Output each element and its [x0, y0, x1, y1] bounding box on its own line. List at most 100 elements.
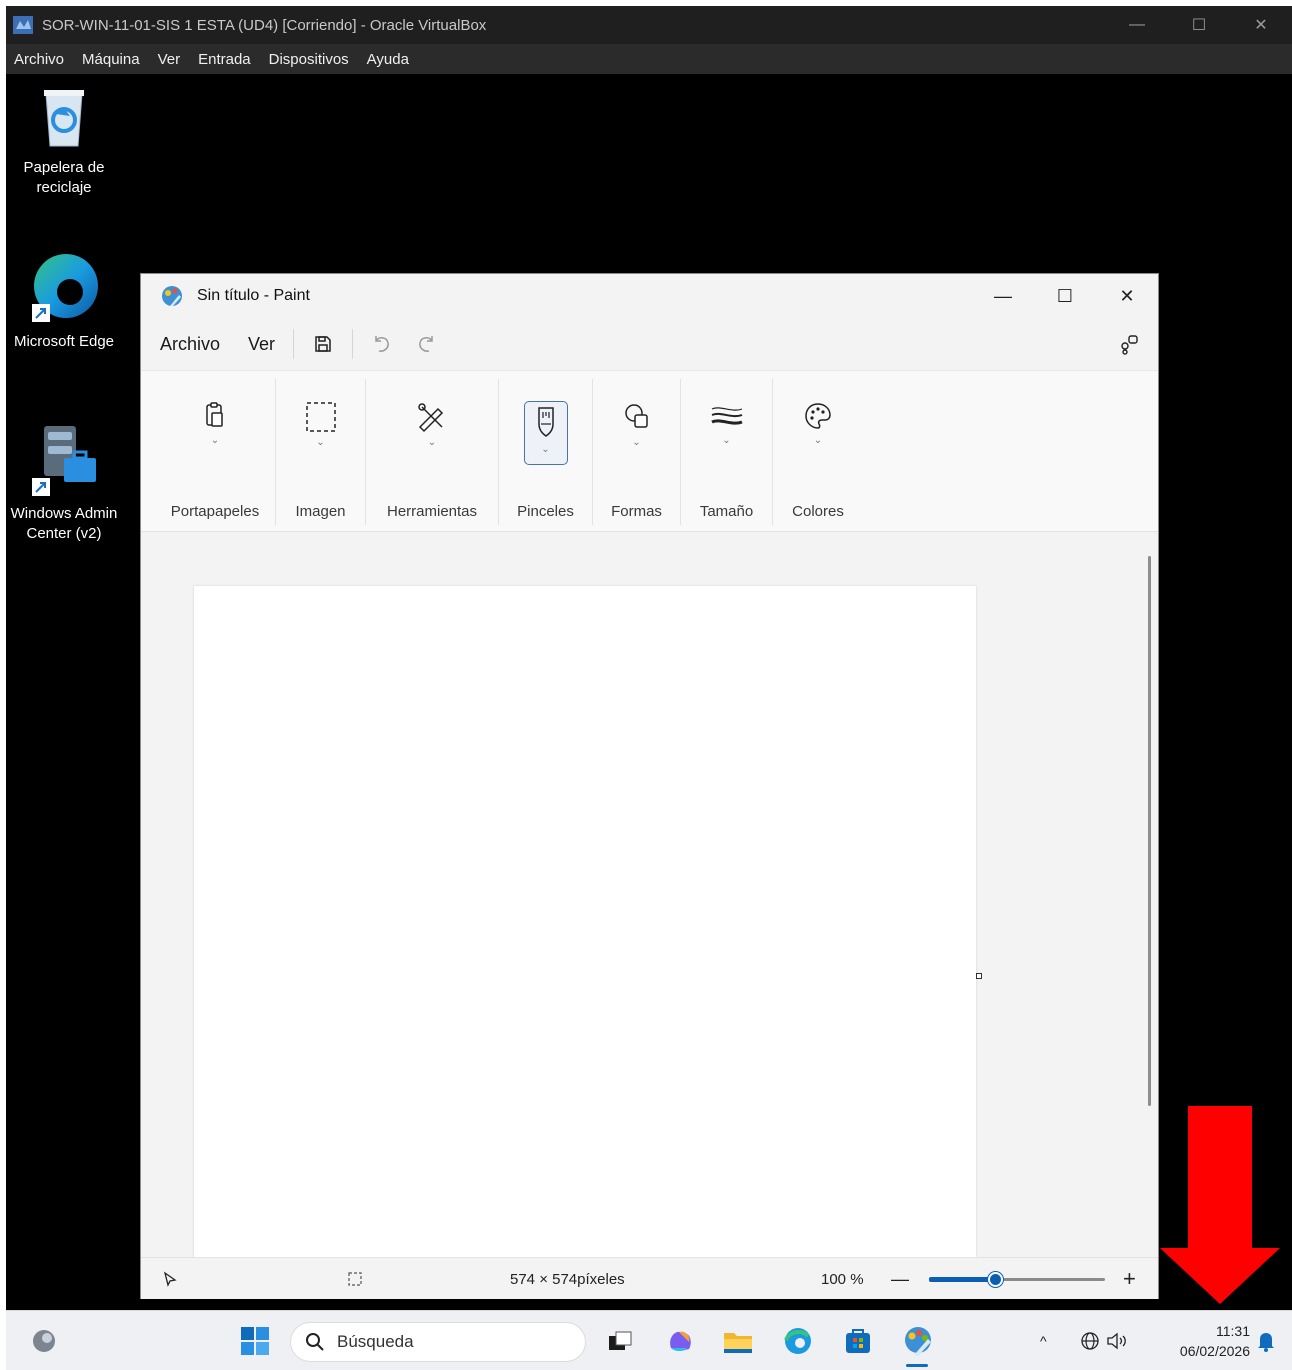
canvas-dimensions: 574 × 574píxeles: [510, 1270, 625, 1288]
active-app-indicator: [906, 1364, 928, 1367]
guest-desktop: Papelera de reciclaje Microsoft Edge Win…: [6, 74, 1292, 1310]
vbox-menu-bar: Archivo Máquina Ver Entrada Dispositivos…: [6, 44, 1292, 74]
zoom-out-button[interactable]: —: [891, 1258, 909, 1300]
ribbon-group-colors[interactable]: ⌄ Colores: [773, 379, 863, 525]
vbox-menu-ver[interactable]: Ver: [158, 51, 181, 68]
desktop-icon-admin-center[interactable]: Windows Admin Center (v2): [6, 424, 124, 544]
cursor-position-icon: [163, 1258, 177, 1300]
canvas-resize-handle[interactable]: [976, 973, 982, 979]
recycle-bin-icon: [44, 90, 84, 147]
ribbon-group-shapes[interactable]: ⌄ Formas: [593, 379, 681, 525]
ribbon-group-image[interactable]: ⌄ Imagen: [276, 379, 366, 525]
volume-icon[interactable]: [1106, 1311, 1128, 1370]
desktop-icon-recycle-bin[interactable]: Papelera de reciclaje: [6, 84, 124, 198]
windows-admin-center-icon: [32, 426, 96, 496]
vbox-minimize-button[interactable]: —: [1106, 6, 1168, 44]
drawing-canvas[interactable]: [194, 586, 976, 1257]
vbox-close-button[interactable]: ✕: [1230, 6, 1292, 44]
zoom-slider-thumb[interactable]: [988, 1272, 1003, 1287]
zoom-level[interactable]: 100 %: [821, 1258, 864, 1300]
palette-icon: [805, 403, 831, 429]
ribbon-label-tools: Herramientas: [386, 503, 478, 520]
shapes-button[interactable]: ⌄: [615, 401, 659, 465]
ribbon-group-tools[interactable]: ⌄ Herramientas: [366, 379, 499, 525]
image-select-button[interactable]: ⌄: [299, 401, 343, 465]
menu-separator: [293, 329, 295, 359]
tools-icon: [418, 403, 444, 433]
ribbon-label-shapes: Formas: [611, 503, 662, 520]
ribbon-group-brushes[interactable]: ⌄ Pinceles: [499, 379, 593, 525]
edge-taskbar-icon[interactable]: [778, 1321, 818, 1361]
vbox-menu-archivo[interactable]: Archivo: [14, 51, 64, 68]
paint-taskbar-icon[interactable]: [898, 1321, 938, 1361]
widgets-icon[interactable]: [24, 1321, 64, 1361]
tools-button[interactable]: ⌄: [410, 401, 454, 465]
vbox-menu-ayuda[interactable]: Ayuda: [367, 51, 409, 68]
save-icon[interactable]: [306, 327, 340, 361]
chevron-down-icon: ⌄: [813, 435, 823, 446]
size-button[interactable]: ⌄: [705, 401, 749, 465]
brush-icon: [537, 407, 554, 437]
copilot-icon[interactable]: [660, 1321, 700, 1361]
edge-label: Microsoft Edge: [13, 333, 115, 350]
red-arrow-annotation: [1160, 1106, 1280, 1304]
clock-date: 06/02/2026: [1179, 1343, 1250, 1359]
ribbon-label-size: Tamaño: [699, 503, 754, 520]
colors-button[interactable]: ⌄: [796, 401, 840, 465]
vbox-menu-dispositivos[interactable]: Dispositivos: [269, 51, 349, 68]
vbox-menu-entrada[interactable]: Entrada: [198, 51, 251, 68]
redo-icon[interactable]: [409, 327, 443, 361]
paint-menu-ver[interactable]: Ver: [248, 334, 275, 355]
ribbon-group-clipboard[interactable]: ⌄ Portapapeles: [155, 379, 276, 525]
file-explorer-icon[interactable]: [718, 1321, 758, 1361]
chevron-down-icon: ⌄: [541, 444, 550, 455]
vbox-menu-maquina[interactable]: Máquina: [82, 51, 140, 68]
taskbar-search[interactable]: Búsqueda: [290, 1322, 586, 1362]
chevron-down-icon: ⌄: [427, 437, 437, 448]
paint-title: Sin título - Paint: [197, 287, 310, 304]
zoom-in-button[interactable]: +: [1123, 1258, 1136, 1300]
size-icon: [710, 407, 743, 425]
vertical-scrollbar[interactable]: [1148, 556, 1151, 1106]
ribbon-label-colors: Colores: [792, 503, 844, 520]
brushes-button[interactable]: ⌄: [523, 401, 568, 465]
selection-icon: [305, 402, 336, 432]
vbox-window-title: SOR-WIN-11-01-SIS 1 ESTA (UD4) [Corriend…: [42, 16, 487, 34]
screen: SOR-WIN-11-01-SIS 1 ESTA (UD4) [Corriend…: [6, 6, 1292, 1370]
canvas-area: [141, 532, 1158, 1257]
desktop-icon-edge[interactable]: Microsoft Edge: [6, 250, 124, 352]
recycle-bin-label-1: Papelera de: [23, 159, 105, 176]
paint-minimize-button[interactable]: —: [972, 274, 1034, 318]
paint-menu-archivo[interactable]: Archivo: [160, 334, 220, 355]
ribbon-group-size[interactable]: ⌄ Tamaño: [681, 379, 773, 525]
undo-icon[interactable]: [365, 327, 399, 361]
vbox-title-bar: SOR-WIN-11-01-SIS 1 ESTA (UD4) [Corriend…: [6, 6, 1292, 44]
paint-close-button[interactable]: ✕: [1096, 274, 1158, 318]
ribbon-label-image: Imagen: [295, 503, 346, 520]
task-view-icon[interactable]: [600, 1321, 640, 1361]
share-icon[interactable]: [1112, 327, 1146, 361]
admin-center-label-2: Center (v2): [26, 525, 102, 542]
admin-center-label-1: Windows Admin: [10, 505, 118, 522]
paint-title-bar[interactable]: Sin título - Paint — ☐ ✕: [141, 274, 1158, 318]
tray-overflow-button[interactable]: ^: [1040, 1311, 1047, 1370]
clipboard-button[interactable]: ⌄: [193, 401, 237, 465]
virtualbox-icon: [13, 16, 33, 34]
paint-app-icon: [162, 286, 182, 306]
zoom-slider[interactable]: [929, 1272, 1105, 1287]
edge-icon: [32, 254, 98, 322]
paint-maximize-button[interactable]: ☐: [1034, 274, 1096, 318]
clock[interactable]: 11:31 06/02/2026: [1180, 1321, 1250, 1361]
network-icon[interactable]: [1080, 1311, 1100, 1370]
shapes-icon: [624, 404, 648, 428]
paint-menu-bar: Archivo Ver: [141, 318, 1158, 370]
chevron-down-icon: ⌄: [210, 435, 220, 446]
search-icon: [306, 1333, 324, 1351]
notification-bell-icon[interactable]: [1256, 1311, 1276, 1370]
store-icon[interactable]: [838, 1321, 878, 1361]
paint-ribbon: ⌄ Portapapeles ⌄ Imagen ⌄ Herramientas ⌄…: [141, 370, 1158, 532]
vbox-maximize-button[interactable]: ☐: [1168, 6, 1230, 44]
start-button[interactable]: [235, 1321, 275, 1361]
zoom-slider-fill: [929, 1277, 996, 1282]
chevron-down-icon: ⌄: [722, 435, 731, 446]
